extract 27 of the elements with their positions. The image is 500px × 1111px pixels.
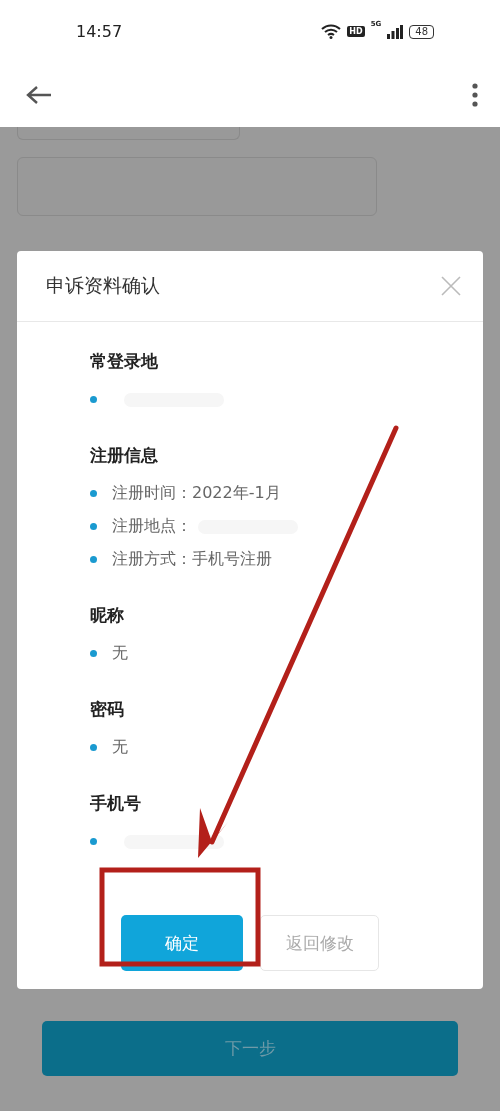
- bullet-dot: [90, 650, 97, 657]
- section-heading: 注册信息: [90, 444, 158, 467]
- info-text: 注册时间：2022年-1月: [112, 483, 281, 504]
- confirm-button[interactable]: 确定: [121, 915, 243, 971]
- status-time: 14:57: [76, 22, 124, 41]
- more-icon[interactable]: [472, 83, 478, 107]
- dialog-title: 申诉资料确认: [46, 273, 160, 298]
- bullet-dot: [90, 744, 97, 751]
- info-text: 无: [112, 737, 128, 758]
- battery-level: 48: [409, 24, 434, 39]
- bullet-dot: [90, 396, 97, 403]
- hd-badge: HD: [347, 26, 365, 37]
- info-text: 无: [112, 643, 128, 664]
- signal-icon: [387, 24, 404, 39]
- wifi-icon: [321, 24, 342, 39]
- section-heading: 常登录地: [90, 350, 158, 373]
- section-heading: 昵称: [90, 604, 124, 627]
- back-icon[interactable]: [26, 85, 52, 105]
- bullet-dot: [90, 838, 97, 845]
- section-heading: 手机号: [90, 792, 141, 815]
- bullet-dot: [90, 556, 97, 563]
- back-edit-button[interactable]: 返回修改: [260, 915, 379, 971]
- info-text: 注册方式：手机号注册: [112, 549, 272, 570]
- bullet-dot: [90, 490, 97, 497]
- info-text: 注册地点：: [112, 516, 192, 537]
- section-heading: 密码: [90, 698, 124, 721]
- bullet-dot: [90, 523, 97, 530]
